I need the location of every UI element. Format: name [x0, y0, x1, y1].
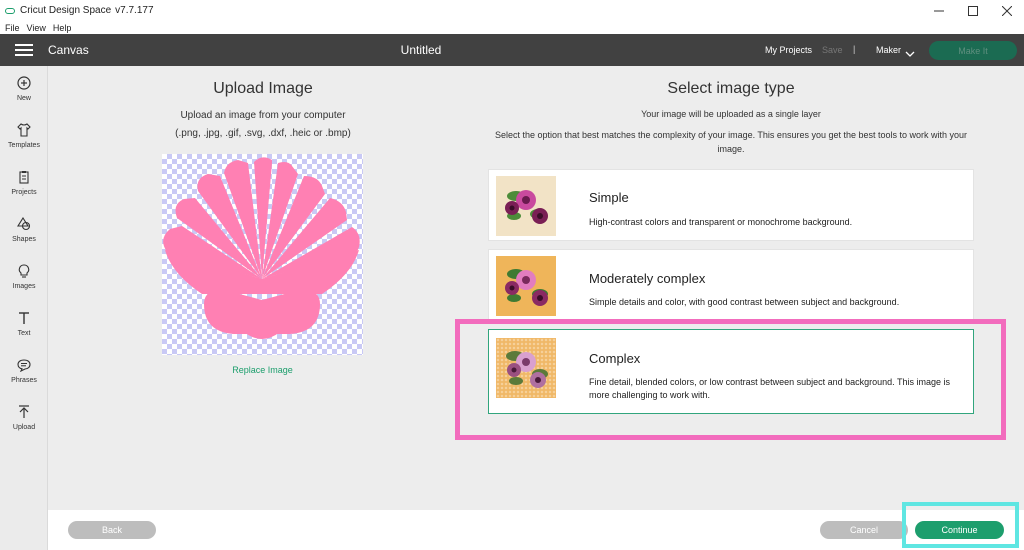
plus-circle-icon — [16, 75, 32, 91]
make-it-button[interactable]: Make It — [929, 41, 1017, 60]
option-description: Simple details and color, with good cont… — [589, 297, 900, 307]
sidebar-item-text[interactable]: Text — [0, 310, 48, 350]
continue-button-highlight — [902, 502, 1019, 548]
clipboard-icon — [16, 169, 32, 185]
upload-icon — [16, 404, 32, 420]
left-sidebar: New Templates Projects Shapes Images Tex… — [0, 66, 48, 550]
sidebar-item-label: Upload — [12, 424, 36, 431]
document-title[interactable]: Untitled — [0, 43, 842, 57]
seashell-image — [163, 157, 360, 339]
sidebar-item-phrases[interactable]: Phrases — [0, 357, 48, 397]
sidebar-item-label: Templates — [8, 142, 40, 149]
simple-thumbnail — [496, 176, 556, 236]
back-button[interactable]: Back — [68, 521, 156, 539]
sidebar-item-shapes[interactable]: Shapes — [0, 216, 48, 256]
option-simple[interactable]: Simple High-contrast colors and transpar… — [488, 169, 974, 241]
option-title: Simple — [589, 190, 629, 205]
moderate-thumbnail — [496, 256, 556, 316]
maximize-icon[interactable] — [956, 0, 990, 21]
menu-file[interactable]: File — [5, 23, 20, 33]
menu-view[interactable]: View — [27, 23, 46, 33]
replace-image-link[interactable]: Replace Image — [162, 365, 363, 375]
image-type-description: Select the option that best matches the … — [494, 130, 968, 154]
shirt-icon — [16, 122, 32, 138]
sidebar-item-label: Images — [12, 283, 36, 290]
sidebar-item-label: Projects — [11, 189, 37, 196]
option-moderately-complex[interactable]: Moderately complex Simple details and co… — [488, 249, 974, 321]
upload-title: Upload Image — [213, 80, 313, 97]
app-title: Cricut Design Space — [20, 5, 112, 16]
sidebar-item-label: Phrases — [11, 377, 37, 384]
sidebar-item-label: Shapes — [12, 236, 36, 243]
top-header: Canvas Untitled My Projects Save | Maker… — [0, 34, 1024, 66]
minimize-icon[interactable] — [922, 0, 956, 21]
lightbulb-icon — [16, 263, 32, 279]
my-projects-link[interactable]: My Projects — [765, 45, 812, 55]
chevron-down-icon[interactable] — [905, 45, 915, 63]
shapes-icon — [16, 216, 32, 232]
sidebar-item-projects[interactable]: Projects — [0, 169, 48, 209]
sidebar-item-new[interactable]: New — [0, 75, 48, 115]
sidebar-item-images[interactable]: Images — [0, 263, 48, 303]
text-icon — [16, 310, 32, 326]
speech-bubble-icon — [16, 357, 32, 373]
complex-option-highlight — [455, 319, 1006, 440]
header-divider: | — [853, 44, 856, 54]
cancel-button[interactable]: Cancel — [820, 521, 908, 539]
close-icon[interactable] — [990, 0, 1024, 21]
upload-subtitle: Upload an image from your computer — [180, 110, 346, 121]
menu-bar: File View Help — [0, 21, 1024, 34]
machine-select[interactable]: Maker — [876, 45, 901, 55]
sidebar-item-templates[interactable]: Templates — [0, 122, 48, 162]
cricut-logo-icon — [5, 7, 15, 14]
option-description: High-contrast colors and transparent or … — [589, 217, 853, 227]
menu-help[interactable]: Help — [53, 23, 72, 33]
save-button[interactable]: Save — [822, 45, 843, 55]
image-type-title: Select image type — [667, 80, 795, 97]
sidebar-item-label: Text — [17, 330, 31, 337]
title-bar: Cricut Design Space v7.7.177 — [0, 0, 1024, 21]
image-type-subtitle: Your image will be uploaded as a single … — [641, 109, 821, 119]
option-title: Moderately complex — [589, 271, 706, 286]
app-window: Cricut Design Space v7.7.177 File View H… — [0, 0, 1024, 550]
sidebar-item-upload[interactable]: Upload — [0, 404, 48, 444]
sidebar-item-label: New — [16, 95, 31, 102]
app-version: v7.7.177 — [115, 5, 154, 16]
window-controls — [922, 0, 1024, 21]
image-preview — [162, 154, 363, 355]
upload-file-types: (.png, .jpg, .gif, .svg, .dxf, .heic or … — [175, 128, 351, 139]
